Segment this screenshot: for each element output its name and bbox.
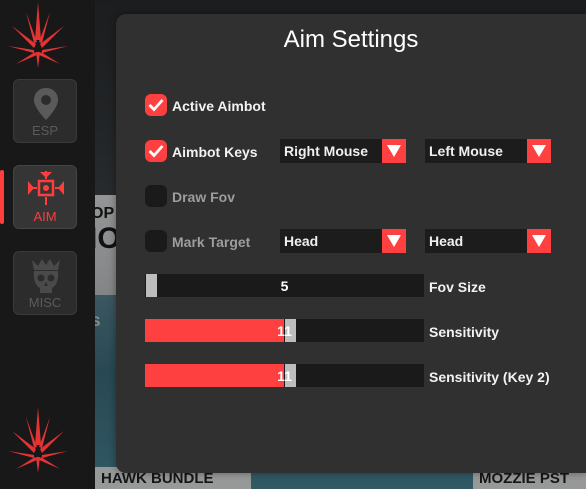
- draw-fov-checkbox[interactable]: [145, 185, 167, 207]
- tab-misc-label: MISC: [28, 295, 62, 310]
- aimbot-key1-value: Right Mouse: [284, 143, 368, 159]
- checkmark-icon: [148, 99, 164, 112]
- tab-esp-label: ESP: [31, 123, 58, 138]
- chevron-down-icon: [532, 145, 546, 157]
- target-bone2-dropdown[interactable]: Head: [425, 229, 551, 253]
- active-tab-indicator: [0, 170, 4, 224]
- starburst-logo-top: [8, 2, 68, 68]
- mark-target-checkbox[interactable]: [145, 230, 167, 252]
- checkmark-icon: [148, 145, 164, 158]
- chevron-down-icon: [387, 235, 401, 247]
- fov-size-label: Fov Size: [429, 279, 486, 295]
- crosshair-icon: [28, 171, 64, 205]
- aimbot-key2-dropdown[interactable]: Left Mouse: [425, 139, 551, 163]
- aimbot-key1-arrow[interactable]: [382, 139, 406, 163]
- sensitivity-slider[interactable]: 11: [145, 319, 424, 342]
- target-bone2-value: Head: [429, 233, 464, 249]
- sidebar: ESP AIM MISC: [0, 0, 95, 489]
- tab-aim[interactable]: AIM: [13, 165, 77, 229]
- tab-aim-label: AIM: [33, 209, 57, 224]
- map-pin-icon: [34, 88, 58, 120]
- sensitivity-label: Sensitivity: [429, 324, 500, 340]
- target-bone2-arrow[interactable]: [527, 229, 551, 253]
- sensitivity-key2-value: 11: [277, 368, 292, 384]
- fov-size-value: 5: [280, 278, 289, 294]
- aimbot-keys-label: Aimbot Keys: [172, 144, 258, 160]
- sensitivity-key2-slider[interactable]: 11: [145, 364, 424, 387]
- aimbot-keys-checkbox[interactable]: [145, 140, 167, 162]
- sensitivity-key2-label: Sensitivity (Key 2): [429, 369, 550, 385]
- panel-title: Aim Settings: [283, 26, 419, 53]
- aimbot-key2-arrow[interactable]: [527, 139, 551, 163]
- fov-size-slider[interactable]: 5: [145, 274, 424, 297]
- mark-target-label: Mark Target: [172, 234, 251, 250]
- starburst-logo-bottom: [8, 407, 68, 473]
- target-bone1-arrow[interactable]: [382, 229, 406, 253]
- target-bone1-dropdown[interactable]: Head: [280, 229, 406, 253]
- tab-misc[interactable]: MISC: [13, 251, 77, 315]
- chevron-down-icon: [387, 145, 401, 157]
- target-bone1-value: Head: [284, 233, 319, 249]
- tab-esp[interactable]: ESP: [13, 79, 77, 143]
- aimbot-key2-value: Left Mouse: [429, 143, 503, 159]
- draw-fov-label: Draw Fov: [172, 189, 236, 205]
- sensitivity-value: 11: [277, 323, 292, 339]
- aimbot-key1-dropdown[interactable]: Right Mouse: [280, 139, 406, 163]
- chevron-down-icon: [532, 235, 546, 247]
- active-aimbot-checkbox[interactable]: [145, 94, 167, 116]
- active-aimbot-label: Active Aimbot: [172, 98, 266, 114]
- skull-icon: [32, 259, 60, 293]
